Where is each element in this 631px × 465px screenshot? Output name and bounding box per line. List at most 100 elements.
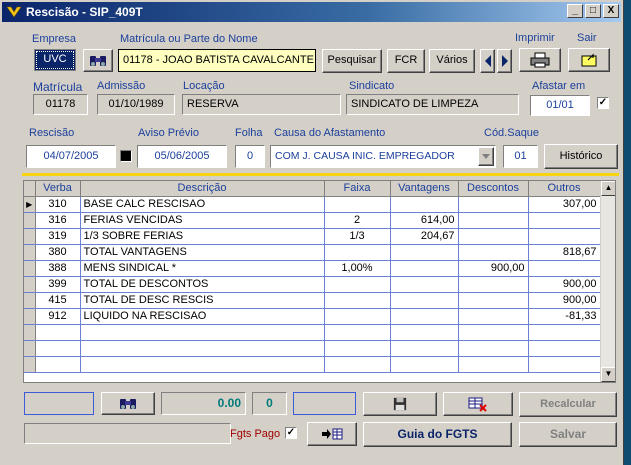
cell-descontos[interactable]: 900,00 (458, 260, 529, 277)
cell-outros[interactable] (528, 260, 601, 277)
folha-field[interactable]: 0 (235, 145, 265, 168)
cod-saque-field[interactable]: 01 (503, 145, 538, 168)
fgts-export-button[interactable] (307, 422, 357, 446)
close-button[interactable]: X (603, 4, 619, 18)
cell-faixa[interactable]: 1/3 (324, 228, 391, 245)
table-row[interactable]: 399 TOTAL DE DESCONTOS 900,00 (24, 276, 601, 293)
cell-descontos[interactable] (458, 292, 529, 309)
grid-vertical-scrollbar[interactable]: ▲ ▼ (600, 181, 615, 382)
previous-button[interactable] (480, 49, 495, 73)
causa-select[interactable]: COM J. CAUSA INIC. EMPREGADOR (270, 145, 496, 168)
rescisao-date-field[interactable]: 04/07/2005 (26, 145, 116, 168)
cell-descricao[interactable]: FERIAS VENCIDAS (80, 212, 325, 229)
cell-descontos[interactable] (458, 196, 529, 213)
table-row[interactable]: 415 TOTAL DE DESC RESCIS 900,00 (24, 292, 601, 309)
sair-button[interactable] (568, 48, 610, 72)
cell-descontos[interactable] (458, 276, 529, 293)
afastar-checkbox[interactable]: ✓ (597, 97, 609, 109)
search-bottom-button[interactable] (101, 392, 155, 415)
cell-descricao[interactable]: MENS SINDICAL * (80, 260, 325, 277)
fgts-pago-checkbox[interactable]: ✓ (285, 427, 297, 439)
historico-button[interactable]: Histórico (544, 144, 618, 169)
cell-faixa[interactable] (324, 196, 391, 213)
cell-verba[interactable]: 912 (35, 308, 81, 325)
cell-verba[interactable]: 380 (35, 244, 81, 261)
cell-outros[interactable]: 307,00 (528, 196, 601, 213)
cell-vantagens[interactable]: 614,00 (390, 212, 459, 229)
aviso-previo-field[interactable]: 05/06/2005 (137, 145, 227, 168)
scroll-down-button[interactable]: ▼ (601, 367, 615, 382)
cell-descontos[interactable] (458, 212, 529, 229)
fcr-button[interactable]: FCR (387, 49, 425, 73)
cell-faixa[interactable]: 2 (324, 212, 391, 229)
table-row-empty[interactable] (24, 324, 601, 341)
cell-verba[interactable]: 415 (35, 292, 81, 309)
afastar-field[interactable]: 01/01 (530, 95, 590, 116)
cell-vantagens[interactable] (390, 308, 459, 325)
varios-button[interactable]: Vários (429, 49, 475, 73)
scroll-up-button[interactable]: ▲ (601, 181, 615, 196)
empresa-field[interactable]: UVC (34, 49, 76, 71)
cell-vantagens[interactable] (390, 260, 459, 277)
cell-vantagens[interactable] (390, 244, 459, 261)
verbas-grid[interactable]: Verba Descrição Faixa Vantagens Desconto… (23, 180, 616, 383)
rescisao-checkbox[interactable] (120, 150, 132, 162)
cell-outros[interactable]: 818,67 (528, 244, 601, 261)
guia-fgts-button[interactable]: Guia do FGTS (363, 422, 512, 447)
col-header-outros[interactable]: Outros (528, 181, 601, 197)
cell-verba[interactable]: 310 (35, 196, 81, 213)
cell-descricao[interactable]: TOTAL DE DESC RESCIS (80, 292, 325, 309)
table-row[interactable]: 388 MENS SINDICAL * 1,00% 900,00 (24, 260, 601, 277)
cell-faixa[interactable] (324, 276, 391, 293)
next-button[interactable] (497, 49, 512, 73)
causa-dropdown-button[interactable] (478, 147, 494, 166)
cell-vantagens[interactable] (390, 292, 459, 309)
cell-descricao[interactable]: LIQUIDO NA RESCISAO (80, 308, 325, 325)
bottom-input-2[interactable] (293, 392, 356, 415)
cell-descricao[interactable]: TOTAL VANTAGENS (80, 244, 325, 261)
minimize-button[interactable]: _ (567, 4, 583, 18)
cell-verba[interactable]: 399 (35, 276, 81, 293)
cell-verba[interactable]: 319 (35, 228, 81, 245)
table-row-empty[interactable] (24, 356, 601, 373)
cell-faixa[interactable] (324, 244, 391, 261)
bottom-input-1[interactable] (24, 392, 94, 415)
salvar-button[interactable]: Salvar (519, 422, 617, 447)
search-empresa-button[interactable] (83, 49, 113, 72)
col-header-verba[interactable]: Verba (35, 181, 81, 197)
col-header-vantagens[interactable]: Vantagens (390, 181, 459, 197)
matricula-nome-input[interactable]: 01178 - JOAO BATISTA CAVALCANTE (118, 49, 316, 72)
cell-vantagens[interactable] (390, 196, 459, 213)
col-header-descricao[interactable]: Descrição (80, 181, 325, 197)
cell-faixa[interactable] (324, 292, 391, 309)
table-row[interactable]: 380 TOTAL VANTAGENS 818,67 (24, 244, 601, 261)
cell-descricao[interactable]: TOTAL DE DESCONTOS (80, 276, 325, 293)
cell-outros[interactable] (528, 228, 601, 245)
table-row[interactable]: ▶ 310 BASE CALC RESCISAO 307,00 (24, 196, 601, 213)
cell-verba[interactable]: 316 (35, 212, 81, 229)
delete-record-button[interactable] (443, 392, 513, 416)
cell-outros[interactable]: 900,00 (528, 292, 601, 309)
cell-descricao[interactable]: BASE CALC RESCISAO (80, 196, 325, 213)
pesquisar-button[interactable]: Pesquisar (322, 49, 382, 73)
imprimir-button[interactable] (519, 48, 561, 72)
cell-vantagens[interactable]: 204,67 (390, 228, 459, 245)
cell-descricao[interactable]: 1/3 SOBRE FERIAS (80, 228, 325, 245)
maximize-button[interactable]: □ (585, 4, 601, 18)
cell-descontos[interactable] (458, 228, 529, 245)
table-row[interactable]: 319 1/3 SOBRE FERIAS 1/3 204,67 (24, 228, 601, 245)
cell-descontos[interactable] (458, 308, 529, 325)
cell-descontos[interactable] (458, 244, 529, 261)
cell-faixa[interactable]: 1,00% (324, 260, 391, 277)
cell-verba[interactable]: 388 (35, 260, 81, 277)
col-header-faixa[interactable]: Faixa (324, 181, 391, 197)
table-row[interactable]: 316 FERIAS VENCIDAS 2 614,00 (24, 212, 601, 229)
cell-outros[interactable]: -81,33 (528, 308, 601, 325)
cell-outros[interactable] (528, 212, 601, 229)
save-disk-button[interactable] (363, 392, 437, 416)
recalcular-button[interactable]: Recalcular (519, 392, 617, 417)
cell-outros[interactable]: 900,00 (528, 276, 601, 293)
table-row[interactable]: 912 LIQUIDO NA RESCISAO -81,33 (24, 308, 601, 325)
cell-faixa[interactable] (324, 308, 391, 325)
table-row-empty[interactable] (24, 340, 601, 357)
